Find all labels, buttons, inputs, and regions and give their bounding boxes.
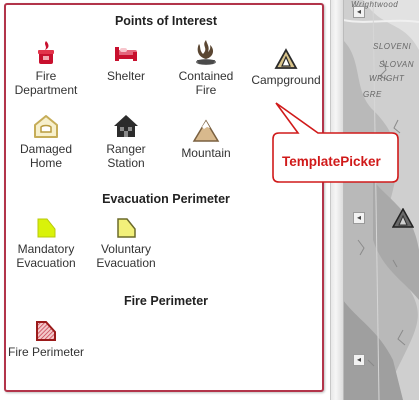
mandatory-evacuation-icon	[37, 218, 56, 238]
template-mandatory-evacuation[interactable]: Mandatory Evacuation	[8, 217, 84, 270]
template-label: Shelter	[106, 69, 146, 83]
template-fire-perimeter[interactable]: Fire Perimeter	[8, 320, 84, 359]
map-label-wright: WRIGHT	[369, 74, 405, 83]
campground-icon	[274, 48, 298, 69]
template-label: Mountain	[181, 146, 231, 160]
section-title-points-of-interest: Points of Interest	[114, 14, 218, 28]
template-label: Damaged Home	[19, 142, 73, 170]
template-voluntary-evacuation[interactable]: Voluntary Evacuation	[88, 217, 164, 270]
template-contained-fire[interactable]: Contained Fire	[168, 38, 244, 97]
shelter-icon	[115, 47, 137, 61]
template-label: Fire Department	[14, 69, 78, 97]
template-shelter[interactable]: Shelter	[88, 40, 164, 83]
template-label: Mandatory Evacuation	[16, 242, 76, 270]
template-ranger-station[interactable]: Ranger Station	[88, 113, 164, 170]
map-label-slovan: SLOVAN	[379, 60, 415, 69]
ranger-station-icon	[114, 115, 138, 137]
section-title-fire-perimeter: Fire Perimeter	[123, 294, 209, 308]
template-label: Ranger Station	[106, 142, 146, 170]
contained-fire-icon	[196, 40, 216, 65]
map-view[interactable]: Wrightwood SLOVENI SLOVAN WRIGHT GRE	[343, 0, 419, 400]
template-damaged-home[interactable]: Damaged Home	[8, 113, 84, 170]
panel-splitter[interactable]	[330, 0, 344, 400]
template-label: Voluntary Evacuation	[96, 242, 156, 270]
collapse-bottom-chevron-icon[interactable]: ◂	[353, 354, 365, 366]
map-label-gre: GRE	[363, 90, 382, 99]
template-label: Contained Fire	[178, 69, 234, 97]
fire-department-icon	[38, 41, 54, 64]
template-campground[interactable]: Campground	[248, 48, 324, 87]
mountain-icon	[192, 119, 220, 142]
map-campground-icon[interactable]	[392, 208, 414, 228]
map-label-sloveni: SLOVENI	[373, 42, 412, 51]
template-fire-department[interactable]: Fire Department	[8, 40, 84, 97]
section-title-evacuation-perimeter: Evacuation Perimeter	[102, 192, 230, 206]
template-label: Campground	[251, 73, 321, 87]
collapse-top-chevron-icon[interactable]: ◂	[353, 6, 365, 18]
template-picker: Points of Interest Fire Department Shelt…	[4, 3, 324, 392]
template-label: Fire Perimeter	[8, 345, 85, 359]
collapse-middle-chevron-icon[interactable]: ◂	[353, 212, 365, 224]
damaged-home-icon	[34, 115, 58, 138]
voluntary-evacuation-icon	[117, 218, 136, 238]
template-mountain[interactable]: Mountain	[168, 119, 244, 160]
fire-perimeter-icon	[36, 321, 56, 341]
callout-label: TemplatePicker	[282, 154, 381, 169]
